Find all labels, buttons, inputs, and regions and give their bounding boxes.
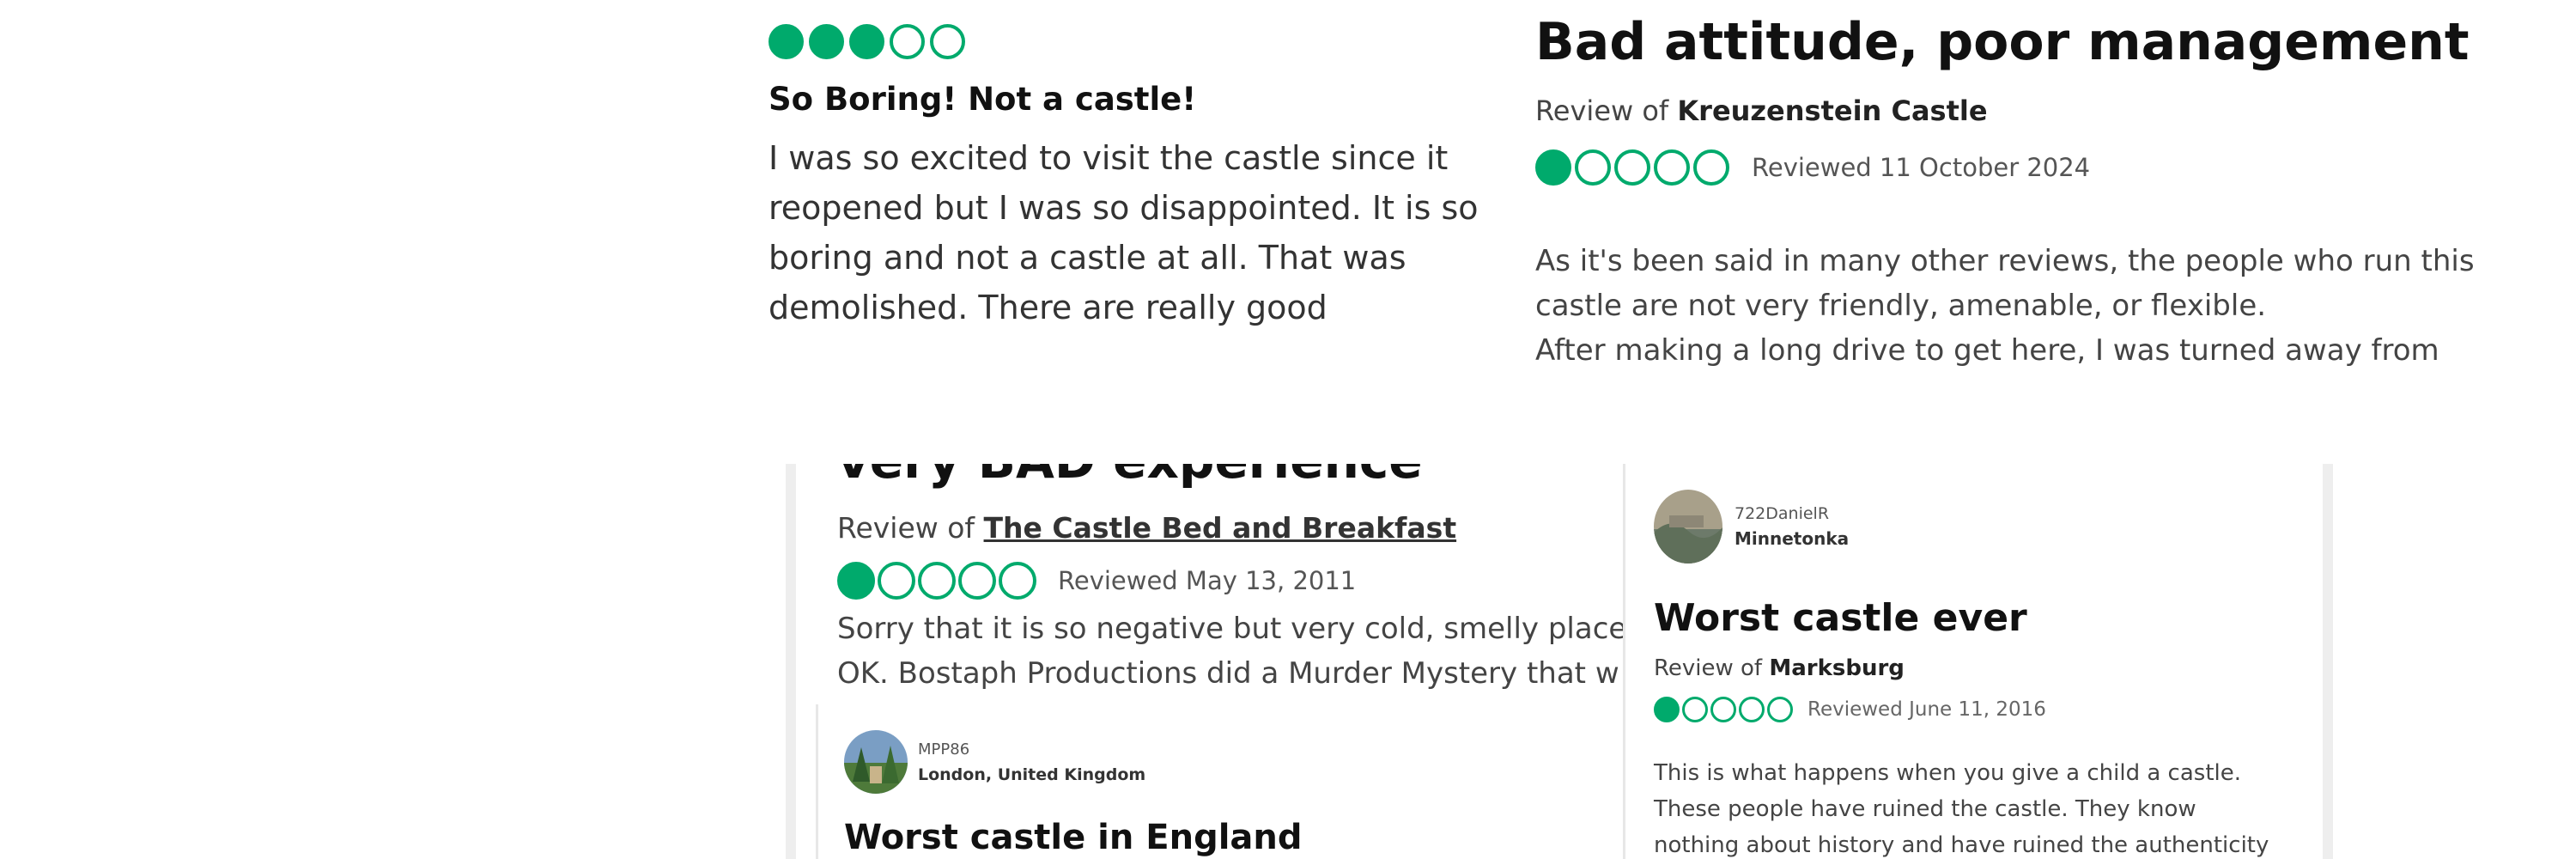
review-date: Reviewed June 11, 2016 bbox=[1807, 698, 2046, 721]
rating-bubble-filled-icon bbox=[837, 562, 875, 600]
review-card-worst-castle-england: MPP86 London, United Kingdom Worst castl… bbox=[816, 704, 1600, 859]
rating-bubble-empty-icon bbox=[1693, 149, 1729, 186]
review-of-prefix: Review of bbox=[1654, 655, 1763, 681]
avatar-photo-icon[interactable] bbox=[844, 730, 908, 794]
review-body: As it's been said in many other reviews,… bbox=[1535, 239, 2523, 373]
rating-bubbles bbox=[769, 24, 1490, 59]
user-location: London, United Kingdom bbox=[918, 765, 1146, 784]
review-of-line: Review of Marksburg bbox=[1654, 655, 2321, 681]
review-title[interactable]: Worst castle ever bbox=[1654, 596, 2321, 640]
review-of-place-link[interactable]: Kreuzenstein Castle bbox=[1677, 94, 1987, 127]
panel-frame bbox=[786, 464, 796, 859]
review-meta: Reviewed June 11, 2016 bbox=[1654, 697, 2321, 722]
review-of-prefix: Review of bbox=[837, 511, 975, 545]
rating-bubble-empty-icon bbox=[999, 562, 1036, 600]
review-body-line: After making a long drive to get here, I… bbox=[1535, 333, 2439, 368]
rating-bubble-empty-icon bbox=[1710, 697, 1736, 722]
rating-bubble-filled-icon bbox=[809, 24, 844, 59]
review-date: Reviewed May 13, 2011 bbox=[1058, 566, 1357, 595]
rating-bubble-empty-icon bbox=[1767, 697, 1793, 722]
rating-bubble-empty-icon bbox=[958, 562, 996, 600]
panel-frame bbox=[2323, 464, 2333, 859]
review-collage-panel: very BAD experience Review of The Castle… bbox=[786, 464, 2460, 859]
rating-bubble-empty-icon bbox=[878, 562, 915, 600]
user-info: 722DanielR Minnetonka bbox=[1625, 464, 2321, 564]
review-card-so-boring: So Boring! Not a castle! I was so excite… bbox=[769, 24, 1490, 359]
rating-bubbles bbox=[1654, 697, 1795, 722]
user-location: Minnetonka bbox=[1735, 528, 1850, 549]
rating-bubble-empty-icon bbox=[1739, 697, 1765, 722]
review-body: I was so excited to visit the castle sin… bbox=[769, 139, 1479, 326]
user-info: MPP86 London, United Kingdom bbox=[818, 704, 1600, 794]
rating-bubbles bbox=[1535, 149, 1733, 186]
rating-bubble-empty-icon bbox=[918, 562, 956, 600]
review-card-bad-attitude: Bad attitude, poor management Review of … bbox=[1535, 12, 2523, 373]
user-name[interactable]: 722DanielR bbox=[1735, 504, 1849, 523]
review-card-worst-castle-ever: 722DanielR Minnetonka Worst castle ever … bbox=[1623, 464, 2321, 859]
rating-bubble-filled-icon bbox=[849, 24, 884, 59]
rating-bubble-empty-icon bbox=[1654, 149, 1690, 186]
review-of-place-link[interactable]: Marksburg bbox=[1769, 655, 1905, 681]
rating-bubble-filled-icon bbox=[1654, 697, 1680, 722]
rating-bubble-filled-icon bbox=[769, 24, 804, 59]
rating-bubble-empty-icon bbox=[1682, 697, 1708, 722]
rating-bubbles bbox=[837, 562, 1039, 600]
review-title[interactable]: So Boring! Not a castle! bbox=[769, 81, 1490, 118]
review-of-place-link[interactable]: The Castle Bed and Breakfast bbox=[984, 511, 1457, 545]
review-title[interactable]: Worst castle in England bbox=[844, 818, 1600, 857]
review-body: This is what happens when you give a chi… bbox=[1654, 760, 2269, 858]
rating-bubble-filled-icon bbox=[1535, 149, 1571, 186]
rating-bubble-empty-icon bbox=[1614, 149, 1650, 186]
user-name[interactable]: MPP86 bbox=[918, 740, 1145, 758]
review-body-line: As it's been said in many other reviews,… bbox=[1535, 244, 2475, 323]
avatar-photo-icon[interactable] bbox=[1654, 490, 1722, 564]
review-date: Reviewed 11 October 2024 bbox=[1752, 153, 2091, 182]
review-of-line: Review of Kreuzenstein Castle bbox=[1535, 94, 2523, 127]
review-of-prefix: Review of bbox=[1535, 94, 1669, 127]
rating-bubble-empty-icon bbox=[1575, 149, 1611, 186]
rating-bubble-empty-icon bbox=[930, 24, 965, 59]
review-title[interactable]: Bad attitude, poor management bbox=[1535, 12, 2523, 72]
review-meta: Reviewed 11 October 2024 bbox=[1535, 149, 2523, 186]
rating-bubble-empty-icon bbox=[890, 24, 925, 59]
